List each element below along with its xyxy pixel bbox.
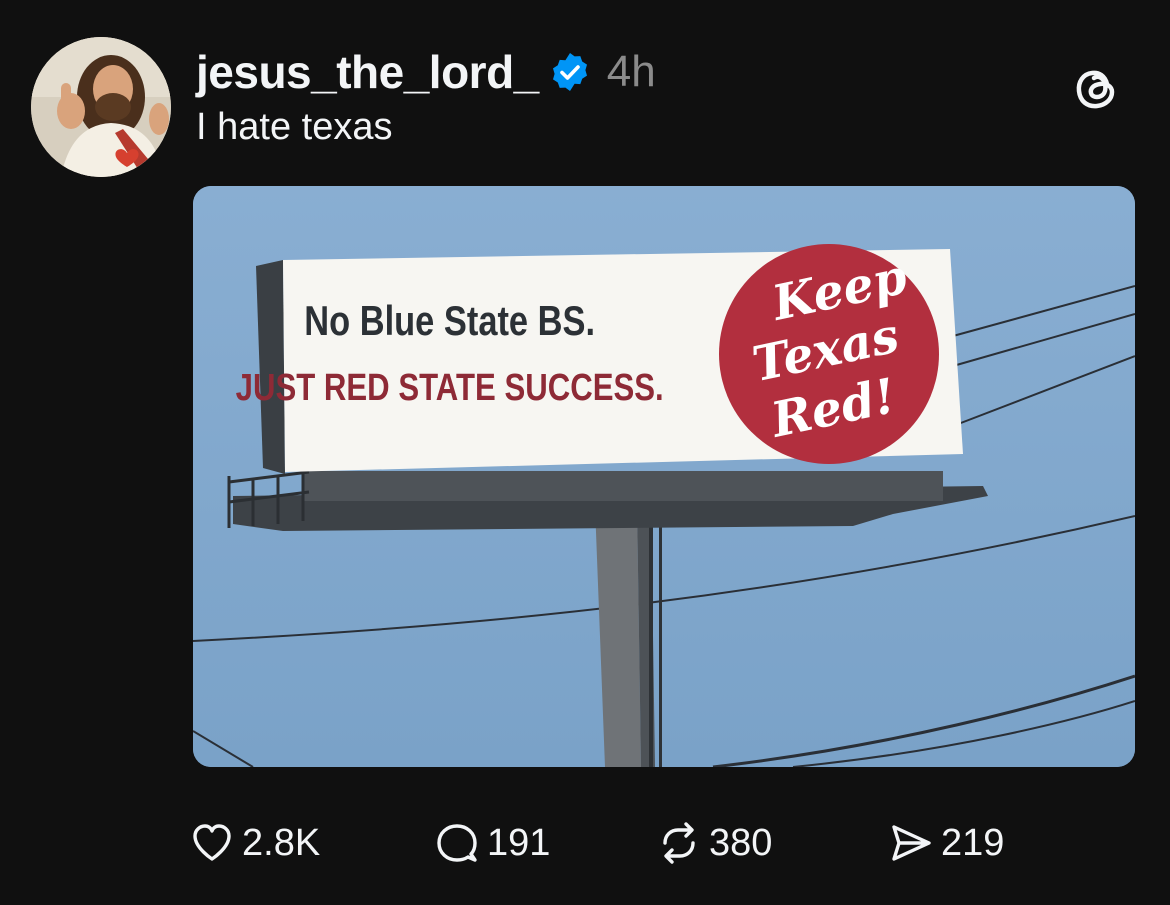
username[interactable]: jesus_the_lord_ <box>196 45 539 99</box>
post-timestamp: 4h <box>606 47 656 96</box>
thread-post: jesus_the_lord_ 4h I hate texas No Blue … <box>0 0 1170 905</box>
heart-icon <box>190 821 234 865</box>
share-count: 219 <box>941 821 1005 864</box>
send-icon <box>889 821 933 865</box>
action-bar: 2.8K 191 380 219 <box>190 815 1004 871</box>
post-header: jesus_the_lord_ 4h <box>196 40 656 104</box>
reply-button[interactable]: 191 <box>435 821 657 865</box>
share-button[interactable]: 219 <box>889 821 1004 865</box>
like-count: 2.8K <box>242 821 321 864</box>
avatar-image <box>31 37 171 177</box>
verified-badge-icon <box>549 51 591 93</box>
repost-icon <box>657 821 701 865</box>
like-button[interactable]: 2.8K <box>190 821 435 865</box>
repost-count: 380 <box>709 821 773 864</box>
comment-bubble-icon <box>435 821 479 865</box>
post-caption: I hate texas <box>196 106 393 148</box>
billboard-line1: No Blue State BS. <box>304 298 595 345</box>
post-image[interactable]: No Blue State BS. JUST RED STATE SUCCESS… <box>193 186 1135 767</box>
avatar[interactable] <box>31 37 171 177</box>
billboard-line2: JUST RED STATE SUCCESS. <box>236 367 664 409</box>
reply-count: 191 <box>487 821 551 864</box>
threads-logo-icon[interactable] <box>1070 62 1122 114</box>
billboard-photo: No Blue State BS. JUST RED STATE SUCCESS… <box>193 186 1135 767</box>
repost-button[interactable]: 380 <box>657 821 889 865</box>
